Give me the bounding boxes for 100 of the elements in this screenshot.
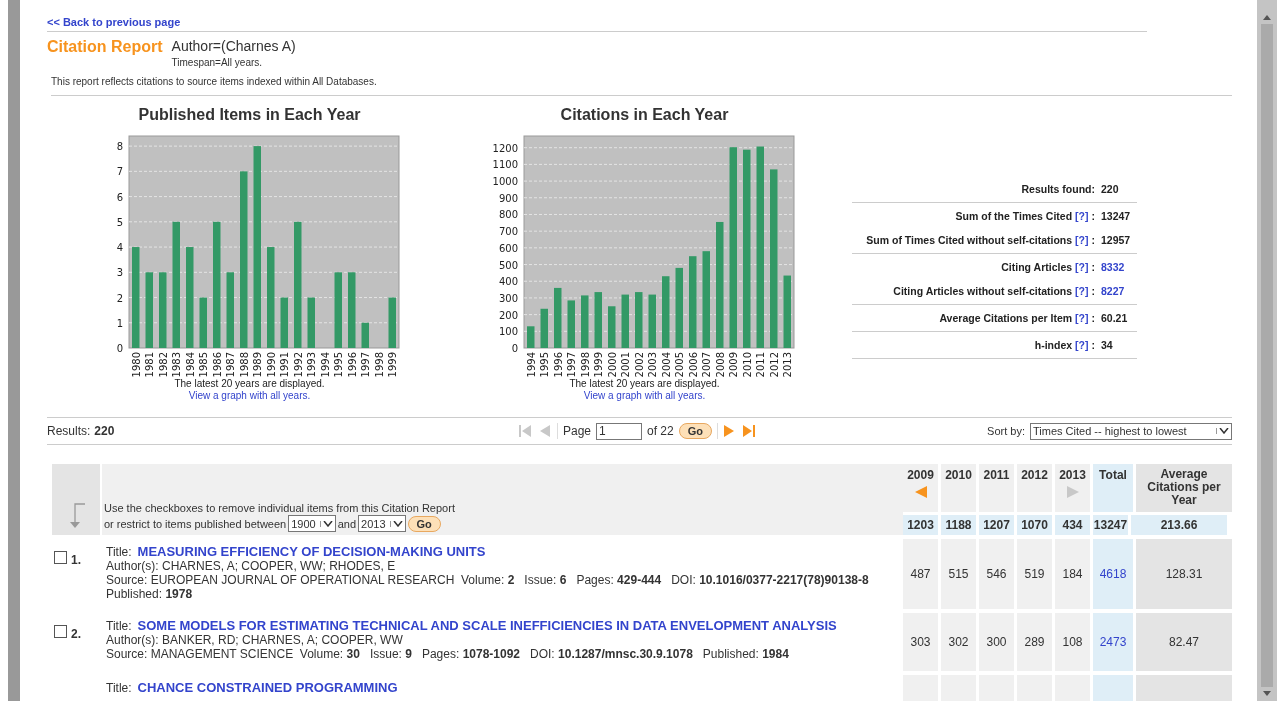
year-header: 2013 bbox=[1055, 464, 1090, 512]
article-title-link[interactable]: MEASURING EFFICIENCY OF DECISION-MAKING UNITS bbox=[137, 545, 486, 559]
chart-title: Published Items in Each Year bbox=[138, 106, 361, 124]
and-label: and bbox=[337, 517, 357, 530]
year-label: 1984 bbox=[184, 352, 196, 378]
year-label: 1999 bbox=[592, 352, 604, 378]
help-link[interactable]: [?] bbox=[1075, 285, 1089, 297]
total-link[interactable]: 4618 bbox=[1093, 539, 1133, 609]
row-number: 1. bbox=[71, 553, 81, 569]
year-label: 1992 bbox=[292, 352, 304, 378]
caret-icon[interactable] bbox=[389, 520, 403, 527]
total-cell: 213.66 bbox=[1131, 515, 1227, 535]
bar bbox=[540, 308, 548, 348]
scroll-down-icon[interactable] bbox=[1263, 691, 1271, 697]
year-label: 2003 bbox=[646, 352, 658, 378]
tick-label: 400 bbox=[498, 276, 518, 288]
caret-icon[interactable] bbox=[319, 520, 333, 527]
year-header: 2010 bbox=[941, 464, 976, 512]
year-label: 2007 bbox=[700, 352, 712, 378]
tick-label: 300 bbox=[498, 292, 518, 304]
bar bbox=[661, 276, 669, 348]
bar bbox=[580, 295, 588, 348]
sort-label: Sort by: bbox=[987, 425, 1025, 438]
total-cell: 1188 bbox=[941, 515, 976, 535]
chart-note: The latest 20 years are displayed. bbox=[569, 378, 720, 389]
stat-value-link[interactable]: 8332 bbox=[1101, 261, 1137, 273]
article-title-link[interactable]: CHANCE CONSTRAINED PROGRAMMING bbox=[137, 681, 398, 695]
scroll-up-icon[interactable] bbox=[1263, 14, 1271, 20]
total-cell: 1203 bbox=[903, 515, 938, 535]
timespan-text: Timespan=All years. bbox=[171, 57, 264, 68]
total-link[interactable]: 2473 bbox=[1093, 613, 1133, 671]
help-link[interactable]: [?] bbox=[1075, 234, 1089, 246]
sort-select[interactable]: Times Cited -- highest to lowest bbox=[1030, 422, 1232, 440]
source-text: Source: EUROPEAN JOURNAL OF OPERATIONAL RESEARCH Volume: 2 Issue: 6 Pages: 429-444 DOI: 10.1016/0377-2217(78)90138-8 Published: 1978 bbox=[106, 573, 870, 601]
year-label: 1985 bbox=[197, 352, 209, 378]
year-label: 1987 bbox=[224, 352, 236, 378]
tick-label: 0 bbox=[116, 343, 123, 354]
all-years-link[interactable]: View a graph with all years. bbox=[188, 390, 311, 401]
bar bbox=[361, 322, 369, 348]
tick-label: 100 bbox=[498, 326, 518, 338]
help-link[interactable]: [?] bbox=[1075, 261, 1089, 273]
back-link[interactable]: << Back to previous page bbox=[47, 0, 181, 31]
last-page-icon[interactable] bbox=[743, 424, 758, 439]
year-label: 1996 bbox=[346, 352, 358, 378]
year-select[interactable]: 2013 bbox=[358, 515, 406, 532]
year-header: 2011 bbox=[979, 464, 1014, 512]
stat-label: Average Citations per Item bbox=[939, 312, 1073, 324]
stat-value: 13247 bbox=[1101, 210, 1132, 222]
tick-label: 600 bbox=[498, 242, 518, 254]
all-years-link[interactable]: View a graph with all years. bbox=[583, 390, 706, 401]
tick-label: 1 bbox=[116, 317, 123, 329]
stat-value: 34 bbox=[1101, 339, 1114, 351]
year-label: 1994 bbox=[525, 352, 537, 378]
row-number: 2. bbox=[71, 627, 81, 643]
tick-label: 4 bbox=[116, 242, 123, 254]
page-input[interactable]: 1 bbox=[596, 422, 643, 440]
bar bbox=[526, 326, 534, 348]
year-label: 1994 bbox=[319, 352, 331, 378]
go-button[interactable]: Go bbox=[407, 515, 441, 532]
bar bbox=[388, 297, 396, 348]
help-link[interactable]: [?] bbox=[1075, 339, 1089, 351]
bar bbox=[307, 297, 315, 348]
results-label: Results: bbox=[47, 424, 91, 439]
year-label: 1989 bbox=[251, 352, 263, 378]
count-cell: 515 bbox=[941, 539, 976, 609]
help-link[interactable]: [?] bbox=[1075, 312, 1089, 324]
help-link[interactable]: [?] bbox=[1075, 210, 1089, 222]
stat-label: Sum of Times Cited without self-citations bbox=[866, 234, 1073, 246]
stat-value: 12957 bbox=[1101, 234, 1132, 246]
year-label: 2009 bbox=[727, 352, 739, 378]
tick-label: 5 bbox=[116, 216, 123, 228]
year-label: 1998 bbox=[373, 352, 385, 378]
average-cell: 128.31 bbox=[1136, 539, 1232, 609]
checkbox[interactable] bbox=[54, 551, 67, 564]
title-label: Title: bbox=[106, 681, 132, 695]
stat-colon: : bbox=[1091, 234, 1095, 246]
year-label: 2004 bbox=[660, 352, 672, 378]
authors-text: Author(s): BANKER, RD; CHARNES, A; COOPER, WW bbox=[106, 633, 404, 647]
go-button[interactable]: Go bbox=[678, 423, 712, 440]
query-text: Author=(Charnes A) bbox=[171, 38, 296, 54]
bar bbox=[634, 292, 642, 348]
year-label: 2010 bbox=[741, 352, 753, 378]
bar bbox=[553, 287, 561, 348]
title-label: Title: bbox=[106, 619, 132, 633]
stat-label: Citing Articles bbox=[1001, 261, 1073, 273]
left-arrow-icon[interactable] bbox=[913, 485, 928, 499]
scrollbar[interactable] bbox=[1257, 0, 1277, 701]
count-cell: 303 bbox=[903, 613, 938, 671]
scroll-thumb[interactable] bbox=[1261, 24, 1273, 687]
year-select[interactable]: 1900 bbox=[288, 515, 336, 532]
year-label: 2011 bbox=[754, 352, 766, 378]
checkbox[interactable] bbox=[54, 625, 67, 638]
stat-colon: : bbox=[1091, 339, 1095, 351]
article-title-link[interactable]: SOME MODELS FOR ESTIMATING TECHNICAL AND SCALE INEFFICIENCIES IN DATA ENVELOPMENT ANALYSIS bbox=[137, 619, 837, 633]
tick-label: 1100 bbox=[492, 159, 518, 171]
year-label: 1998 bbox=[579, 352, 591, 378]
caret-icon[interactable] bbox=[1216, 428, 1229, 435]
stat-value-link[interactable]: 8227 bbox=[1101, 285, 1137, 297]
chart-title: Citations in Each Year bbox=[560, 106, 729, 124]
report-title: Citation Report bbox=[47, 38, 163, 57]
